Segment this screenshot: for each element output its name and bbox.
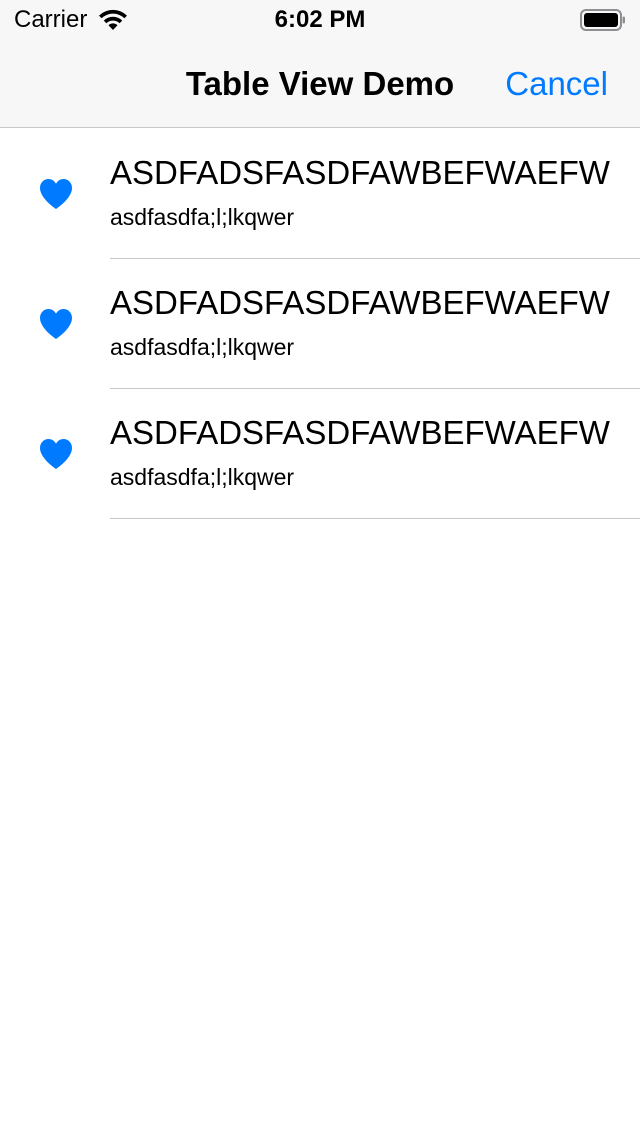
- row-title: ASDFADSFASDFAWBEFWAEFW: [110, 414, 610, 451]
- row-title: ASDFADSFASDFAWBEFWAEFW: [110, 154, 610, 191]
- heart-icon: [40, 439, 72, 469]
- table-row[interactable]: ASDFADSFASDFAWBEFWAEFW asdfasdfa;l;lkqwe…: [0, 389, 640, 519]
- heart-icon: [40, 179, 72, 209]
- cancel-button[interactable]: Cancel: [505, 64, 608, 104]
- screen: Carrier 6:02 PM Table View Demo Cancel A…: [0, 0, 640, 1136]
- row-subtitle: asdfasdfa;l;lkqwer: [110, 204, 295, 230]
- table-view[interactable]: ASDFADSFASDFAWBEFWAEFW asdfasdfa;l;lkqwe…: [0, 129, 640, 519]
- navigation-bar: Table View Demo Cancel: [0, 40, 640, 128]
- heart-icon: [40, 309, 72, 339]
- row-subtitle: asdfasdfa;l;lkqwer: [110, 334, 295, 360]
- table-row[interactable]: ASDFADSFASDFAWBEFWAEFW asdfasdfa;l;lkqwe…: [0, 259, 640, 389]
- battery-icon: [580, 9, 625, 31]
- status-bar: Carrier 6:02 PM: [0, 0, 640, 40]
- row-title: ASDFADSFASDFAWBEFWAEFW: [110, 284, 610, 321]
- status-time: 6:02 PM: [274, 6, 366, 33]
- row-subtitle: asdfasdfa;l;lkqwer: [110, 464, 295, 490]
- table-row[interactable]: ASDFADSFASDFAWBEFWAEFW asdfasdfa;l;lkqwe…: [0, 129, 640, 259]
